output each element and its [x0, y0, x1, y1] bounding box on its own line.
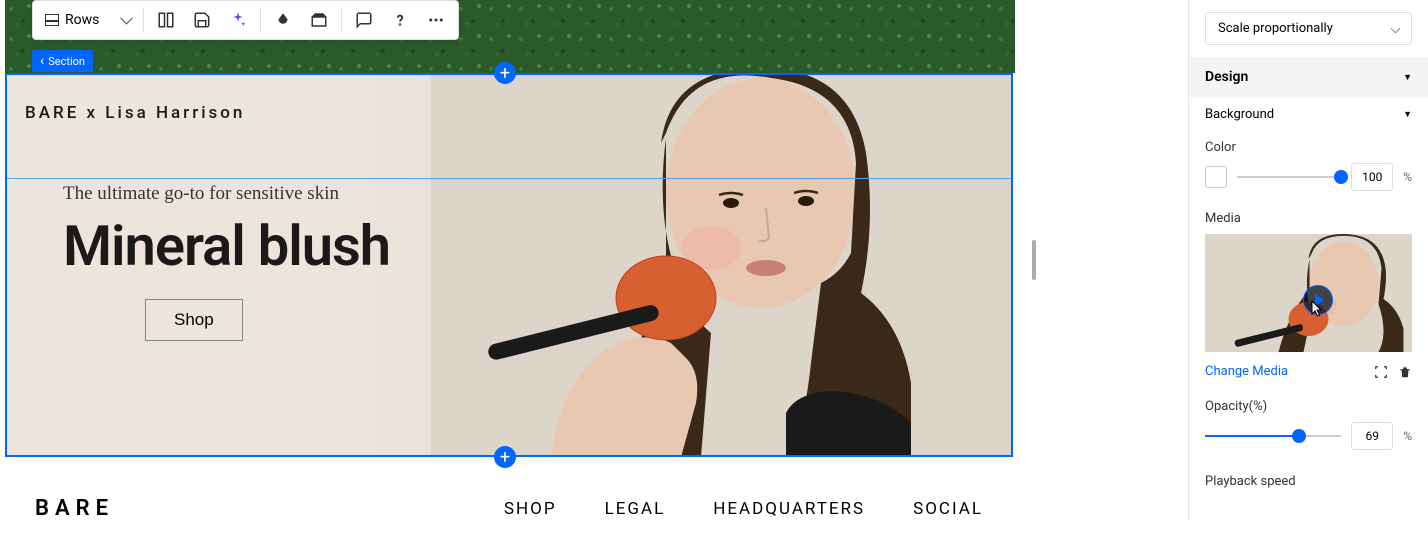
rows-dropdown[interactable]: Rows	[37, 8, 139, 32]
comment-icon[interactable]	[346, 2, 382, 38]
sparkle-icon[interactable]	[220, 2, 256, 38]
section-breadcrumb[interactable]: Section	[32, 50, 93, 72]
footer-nav-shop[interactable]: SHOP	[504, 499, 557, 519]
hero-title[interactable]: Mineral blush	[63, 213, 390, 279]
add-section-top[interactable]: +	[494, 62, 516, 84]
design-panel: Scale proportionally Design Background ▼…	[1188, 0, 1428, 520]
footer-nav-social[interactable]: SOCIAL	[913, 499, 983, 519]
change-media-link[interactable]: Change Media	[1205, 364, 1288, 379]
aspect-icon[interactable]	[301, 2, 337, 38]
scale-mode-value: Scale proportionally	[1218, 21, 1333, 36]
design-header-label: Design	[1205, 69, 1248, 85]
background-label: Background	[1205, 107, 1274, 122]
alignment-guide	[7, 178, 1011, 179]
playback-speed-label: Playback speed	[1189, 462, 1428, 493]
media-label: Media	[1189, 203, 1428, 230]
canvas-scrollbar[interactable]	[1032, 240, 1036, 280]
rows-icon	[45, 14, 59, 26]
cursor-icon	[1309, 300, 1325, 322]
shop-button[interactable]: Shop	[145, 299, 243, 341]
footer-nav-hq[interactable]: HEADQUARTERS	[713, 499, 865, 519]
footer-section[interactable]: BARE SHOP LEGAL HEADQUARTERS SOCIAL	[5, 470, 1013, 547]
color-swatch[interactable]	[1205, 166, 1227, 188]
opacity-input[interactable]: 69	[1351, 422, 1393, 450]
color-opacity-slider[interactable]	[1237, 176, 1341, 178]
section-label: Section	[48, 55, 85, 68]
layout-icon[interactable]	[148, 2, 184, 38]
footer-logo[interactable]: BARE	[35, 496, 114, 521]
hero-subtitle[interactable]: The ultimate go-to for sensitive skin	[63, 183, 390, 205]
scale-mode-select[interactable]: Scale proportionally	[1205, 12, 1412, 45]
background-row[interactable]: Background ▼	[1189, 97, 1428, 132]
help-icon[interactable]	[382, 2, 418, 38]
hero-section[interactable]: BARE x Lisa Harrison The ultimate go-to …	[5, 73, 1013, 457]
save-icon[interactable]	[184, 2, 220, 38]
divider	[260, 8, 261, 32]
add-section-bottom[interactable]: +	[494, 446, 516, 468]
percent-unit: %	[1403, 429, 1412, 443]
context-toolbar: Rows	[32, 0, 459, 40]
opacity-slider[interactable]	[1205, 435, 1341, 437]
rows-label: Rows	[65, 12, 99, 28]
color-opacity-input[interactable]: 100	[1351, 163, 1393, 191]
divider	[341, 8, 342, 32]
model-photo	[431, 75, 1011, 455]
more-icon[interactable]	[418, 2, 454, 38]
footer-nav-legal[interactable]: LEGAL	[605, 499, 666, 519]
media-thumbnail[interactable]	[1205, 234, 1412, 352]
slider-thumb[interactable]	[1334, 170, 1348, 184]
brand-collab-text[interactable]: BARE x Lisa Harrison	[25, 103, 245, 123]
color-label: Color	[1189, 132, 1428, 159]
trash-icon[interactable]	[1398, 365, 1412, 379]
color-fill-icon[interactable]	[265, 2, 301, 38]
divider	[143, 8, 144, 32]
design-section-header[interactable]: Design	[1189, 57, 1428, 97]
slider-thumb[interactable]	[1292, 429, 1306, 443]
percent-unit: %	[1403, 170, 1412, 184]
focal-point-icon[interactable]	[1374, 365, 1388, 379]
opacity-label: Opacity(%)	[1189, 391, 1428, 418]
